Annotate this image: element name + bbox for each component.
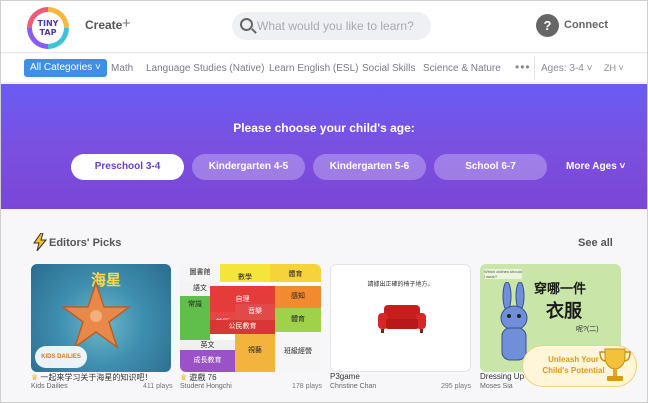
see-all-link[interactable]: See all — [578, 237, 613, 249]
plus-icon[interactable]: + — [122, 15, 131, 32]
age-button-preschool-3-4[interactable]: Preschool 3-4 — [71, 154, 184, 180]
crown-icon: ♛ — [31, 373, 39, 382]
divider — [534, 57, 535, 79]
top-header: TINY TAP Create + ? Connect — [1, 1, 647, 53]
editors-picks-title: Editors' Picks — [49, 237, 122, 249]
grid-cell: 視藝 — [235, 334, 275, 372]
age-button-kindergarten-5-6[interactable]: Kindergarten 5-6 — [313, 154, 426, 180]
grid-cell: 感知 — [275, 286, 321, 308]
age-button-kindergarten-4-5[interactable]: Kindergarten 4-5 — [192, 154, 305, 180]
category-math[interactable]: Math — [111, 63, 133, 74]
card-cover-subtitle: Which clothes should I wear? — [484, 269, 522, 279]
category-esl[interactable]: Learn English (ESL) — [269, 63, 359, 74]
grid-cell: 體育 — [270, 264, 321, 282]
card-author[interactable]: Student Hongchi — [180, 383, 232, 390]
card-plays: 295 plays — [441, 383, 471, 390]
tinytap-logo[interactable]: TINY TAP — [27, 7, 69, 49]
card-title: ♛ 一起来学习关于海星的知识吧！ — [31, 372, 152, 383]
card-cover-title: 穿哪一件 — [534, 281, 587, 296]
age-button-school-6-7[interactable]: School 6-7 — [434, 154, 547, 180]
age-select[interactable]: Ages: 3-4 ˅ — [541, 63, 592, 74]
grid-cell: 公民教育 — [210, 320, 275, 334]
kids-dailies-badge: KIDS DAILIES — [35, 346, 87, 368]
search-input[interactable] — [257, 16, 425, 36]
starfish-image — [61, 280, 131, 349]
category-social-skills[interactable]: Social Skills — [362, 63, 415, 74]
age-prompt-title: Please choose your child's age: — [233, 121, 415, 135]
create-button[interactable]: Create — [85, 18, 122, 32]
game-card-grid[interactable]: 圖書館 數學 體育 語文 常識 自理 感知 音樂 體育 美術 公民教育 英文 成… — [180, 264, 321, 372]
grid-cell: 常識 — [180, 296, 210, 340]
category-language-native[interactable]: Language Studies (Native) — [146, 63, 264, 74]
connect-button[interactable]: Connect — [564, 19, 608, 31]
card-title-text: 一起来学习关于海星的知识吧！ — [40, 373, 153, 382]
card-cover-question: 請據出正確的椅子地方。 — [367, 282, 434, 288]
search-icon — [240, 18, 253, 31]
grid-cell: 數學 — [220, 264, 270, 282]
card-title: P3game — [330, 372, 360, 381]
age-banner: Please choose your child's age: Preschoo… — [1, 84, 647, 209]
trophy-icon — [599, 348, 631, 381]
game-card-starfish[interactable]: 海星 KIDS DAILIES — [31, 264, 171, 372]
category-bar: All Categories ˅ Math Language Studies (… — [1, 54, 647, 83]
category-science-nature[interactable]: Science & Nature — [423, 63, 501, 74]
card-plays: 178 plays — [292, 383, 322, 390]
more-ages-dropdown[interactable]: More Ages ˅ — [566, 161, 625, 172]
grid-cell: 音樂 — [235, 304, 275, 320]
grid-cell: 成長教育 — [180, 350, 235, 372]
card-author[interactable]: Kids Dailies — [31, 383, 68, 390]
game-card-p3game[interactable]: 請據出正確的椅子地方。 — [330, 264, 471, 372]
crown-icon: ♛ — [180, 373, 188, 382]
sofa-image — [378, 305, 426, 333]
card-title: ♛ 遊戲 76 — [180, 372, 217, 383]
card-cover-title-large: 衣服 — [546, 301, 582, 321]
card-title-text: 遊戲 76 — [189, 373, 217, 382]
card-author[interactable]: Christine Chan — [330, 383, 376, 390]
grid-cell: 體育 — [275, 308, 321, 332]
lightning-icon — [33, 233, 47, 251]
card-author[interactable]: Moses Sia — [480, 383, 513, 390]
promo-line-1: Unleash Your — [548, 355, 599, 364]
card-title: Dressing Up — [480, 372, 525, 381]
more-categories-icon[interactable]: ••• — [515, 60, 531, 74]
language-select[interactable]: ZH ˅ — [604, 63, 624, 73]
card-plays: 411 plays — [143, 383, 173, 390]
logo-text: TINY TAP — [32, 12, 64, 44]
card-cover-note: 呢?(二) — [576, 326, 599, 333]
grid-cell: 班級經營 — [275, 332, 321, 372]
grid-cell: 圖書館 — [180, 264, 220, 282]
promo-line-2: Child's Potential — [542, 366, 605, 375]
all-categories-dropdown[interactable]: All Categories ˅ — [24, 59, 107, 77]
app-window: TINY TAP Create + ? Connect All Categori… — [0, 0, 648, 403]
question-icon[interactable]: ? — [536, 14, 559, 37]
search-bar[interactable] — [232, 12, 431, 40]
